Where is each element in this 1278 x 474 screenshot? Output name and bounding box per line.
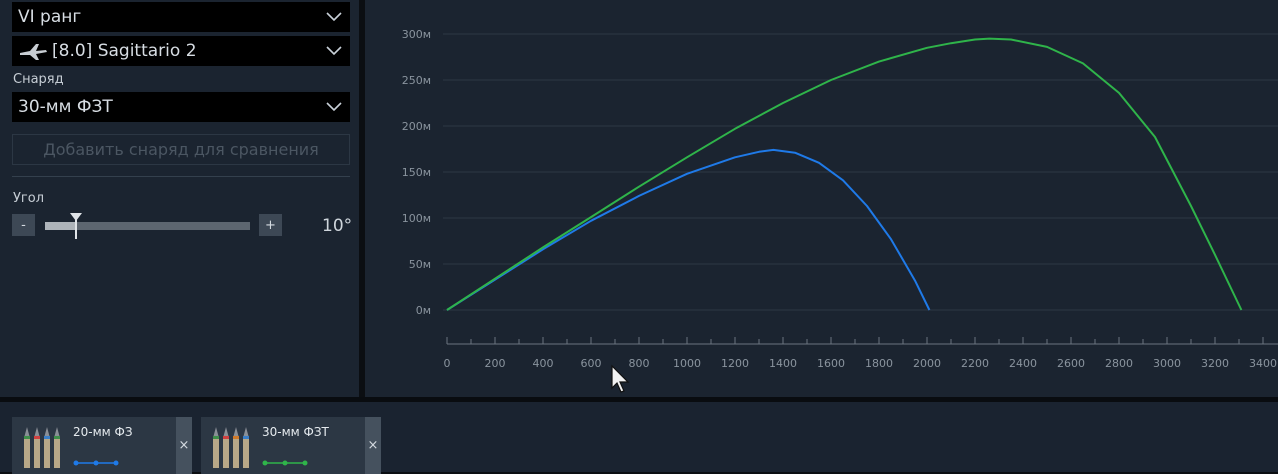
comparison-bar: 20-мм ФЗ × 30-мм ФЗТ × (0, 397, 1278, 474)
ammo-shells-icon (213, 427, 249, 468)
x-tick-label: 200 (485, 357, 506, 370)
angle-slider[interactable] (45, 213, 250, 239)
x-tick-label: 3000 (1153, 357, 1181, 370)
angle-decrease-button[interactable]: - (12, 214, 35, 236)
trajectory-line-1 (446, 148, 931, 311)
x-tick-label: 2200 (961, 357, 989, 370)
x-tick-label: 3400 (1249, 357, 1277, 370)
angle-slider-handle[interactable] (69, 213, 82, 239)
remove-shell-button[interactable]: × (365, 417, 381, 474)
vehicle-select[interactable]: [8.0] Sagittario 2 (12, 36, 350, 66)
x-tick-label: 1400 (769, 357, 797, 370)
chevron-down-icon (326, 102, 342, 112)
vehicle-select-value: [8.0] Sagittario 2 (52, 41, 197, 61)
y-tick-label: 50м (409, 258, 431, 271)
angle-value: 10° (322, 216, 353, 236)
series-legend-green (262, 460, 308, 466)
x-tick-label: 2400 (1009, 357, 1037, 370)
aircraft-icon (20, 44, 47, 60)
shell-label: Снаряд (13, 72, 64, 87)
divider (12, 176, 350, 177)
series-legend-blue (73, 460, 119, 466)
x-tick-label: 2800 (1105, 357, 1133, 370)
x-tick-label: 3200 (1201, 357, 1229, 370)
x-tick-label: 1800 (865, 357, 893, 370)
shell-select[interactable]: 30-мм ФЗТ (12, 92, 350, 122)
y-tick-label: 0м (416, 304, 431, 317)
x-tick-label: 1000 (673, 357, 701, 370)
y-tick-label: 150м (402, 166, 431, 179)
trajectory-chart-panel: 0м 50м 100м 150м 200м 250м 300м 0 200 400 600 800 10… (365, 0, 1278, 397)
y-tick-label: 300м (402, 28, 431, 41)
y-tick-label: 200м (402, 120, 431, 133)
compare-shell-name: 20-мм ФЗ (73, 425, 133, 439)
rank-select[interactable]: VI ранг (12, 2, 350, 32)
rank-select-value: VI ранг (18, 7, 82, 27)
y-tick-label: 100м (402, 212, 431, 225)
x-tick-label: 1600 (817, 357, 845, 370)
shell-select-value: 30-мм ФЗТ (18, 97, 113, 117)
compare-card-1[interactable]: 20-мм ФЗ × (12, 417, 192, 474)
x-tick-label: 1200 (721, 357, 749, 370)
settings-panel: VI ранг [8.0] Sagittario 2 Снаряд 30-мм … (0, 0, 359, 397)
ammo-shells-icon (24, 427, 60, 468)
remove-shell-button[interactable]: × (176, 417, 192, 474)
x-tick-label: 0 (444, 357, 451, 370)
x-tick-label: 600 (581, 357, 602, 370)
trajectory-line-2 (446, 37, 1243, 311)
x-tick-label: 2000 (913, 357, 941, 370)
chevron-down-icon (326, 12, 342, 22)
x-tick-label: 400 (533, 357, 554, 370)
mouse-cursor-icon (611, 364, 630, 393)
add-shell-button[interactable]: Добавить снаряд для сравнения (12, 134, 350, 165)
y-tick-label: 250м (402, 74, 431, 87)
angle-increase-button[interactable]: + (259, 214, 282, 236)
chevron-down-icon (326, 46, 342, 56)
compare-shell-name: 30-мм ФЗТ (262, 425, 329, 439)
x-tick-label: 2600 (1057, 357, 1085, 370)
trajectory-chart: 0м50м100м150м200м250м300м0 200 400 600 800 10… (402, 28, 1278, 370)
angle-label: Угол (13, 191, 45, 206)
compare-card-2[interactable]: 30-мм ФЗТ × (201, 417, 381, 474)
